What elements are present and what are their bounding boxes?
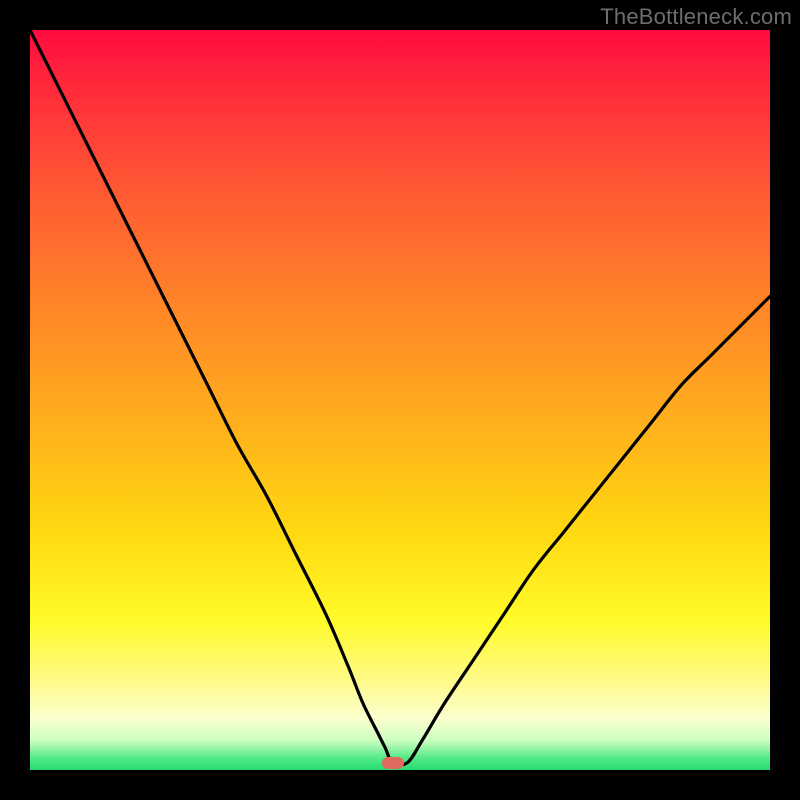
optimal-point-marker — [382, 757, 404, 769]
watermark-text: TheBottleneck.com — [600, 4, 792, 30]
chart-frame: TheBottleneck.com — [0, 0, 800, 800]
bottleneck-curve — [30, 30, 770, 770]
plot-area — [30, 30, 770, 770]
